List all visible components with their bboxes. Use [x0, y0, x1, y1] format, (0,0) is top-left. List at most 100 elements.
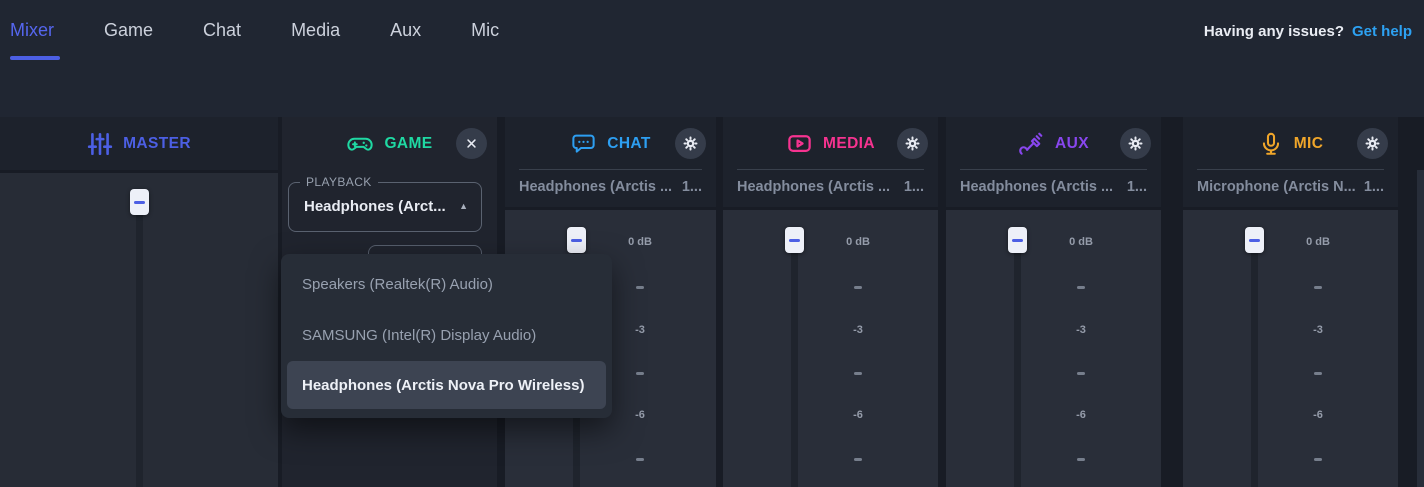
close-edit-button[interactable] — [456, 128, 487, 159]
aux-fader-track[interactable] — [1014, 253, 1021, 487]
channel-mic: MIC Microphone (Arctis N... 1... 0 dB -3… — [1183, 117, 1398, 487]
tab-media[interactable]: Media — [291, 20, 340, 41]
scale-minus6: -6 — [635, 409, 645, 421]
mic-device-name: Microphone (Arctis N... — [1197, 179, 1356, 195]
aux-device-row[interactable]: Headphones (Arctis ... 1... — [960, 179, 1147, 195]
tab-mixer[interactable]: Mixer — [10, 20, 54, 41]
game-title: GAME — [384, 134, 433, 152]
aux-body: 0 dB -3 -6 — [946, 210, 1161, 487]
scale-dash — [636, 372, 644, 375]
scale-minus6: -6 — [853, 409, 863, 421]
mic-device-row[interactable]: Microphone (Arctis N... 1... — [1197, 179, 1384, 195]
playback-select[interactable]: PLAYBACK Headphones (Arct... ▲ — [288, 175, 482, 232]
aux-device-name: Headphones (Arctis ... — [960, 179, 1114, 195]
mic-fader-track[interactable] — [1251, 253, 1258, 487]
aux-fader-handle[interactable] — [1008, 227, 1027, 253]
mic-settings-button[interactable] — [1357, 128, 1388, 159]
scale-0db: 0 dB — [846, 236, 870, 248]
fader-handle-mark — [134, 200, 145, 204]
scale-dash — [854, 372, 862, 375]
media-body: 0 dB -3 -6 — [723, 210, 938, 487]
chat-device-row[interactable]: Headphones (Arctis ... 1... — [519, 179, 702, 195]
scale-minus3: -3 — [853, 324, 863, 336]
header-divider — [737, 169, 924, 170]
mic-body: 0 dB -3 -6 — [1183, 210, 1398, 487]
master-fader-handle[interactable] — [130, 189, 149, 215]
chat-device-name: Headphones (Arctis ... — [519, 179, 673, 195]
tab-mic[interactable]: Mic — [471, 20, 499, 41]
channel-aux: AUX Headphones (Arctis ... 1... 0 dB -3 … — [946, 117, 1161, 487]
chat-header: CHAT Headphones (Arctis ... 1... — [505, 117, 716, 207]
fader-handle-mark — [571, 238, 582, 242]
media-header: MEDIA Headphones (Arctis ... 1... — [723, 117, 938, 207]
fader-handle-mark — [789, 238, 800, 242]
master-fader-track[interactable] — [136, 215, 143, 487]
close-icon — [464, 136, 479, 151]
playback-option-headphones[interactable]: Headphones (Arctis Nova Pro Wireless) — [287, 361, 606, 409]
issues-prompt: Having any issues? — [1203, 23, 1344, 40]
chat-bubble-icon — [570, 130, 597, 157]
playback-option-samsung[interactable]: SAMSUNG (Intel(R) Display Audio) — [281, 310, 612, 361]
scale-dash — [854, 458, 862, 461]
scale-minus6: -6 — [1076, 409, 1086, 421]
gear-icon — [682, 135, 699, 152]
header-divider — [519, 169, 702, 170]
tab-aux[interactable]: Aux — [390, 20, 421, 41]
scale-dash — [1077, 458, 1085, 461]
adjacent-panel-edge — [1417, 170, 1424, 487]
playback-select-value: Headphones (Arct... — [304, 198, 446, 215]
mixer-faders-icon — [87, 131, 113, 157]
scale-dash — [1314, 458, 1322, 461]
scale-0db: 0 dB — [628, 236, 652, 248]
scale-minus3: -3 — [1313, 324, 1323, 336]
media-device-name: Headphones (Arctis ... — [737, 179, 891, 195]
scale-0db: 0 dB — [1069, 236, 1093, 248]
tab-game[interactable]: Game — [104, 20, 153, 41]
aux-header: AUX Headphones (Arctis ... 1... — [946, 117, 1161, 207]
scale-dash — [1314, 372, 1322, 375]
aux-title: AUX — [1055, 134, 1089, 152]
microphone-icon — [1258, 131, 1284, 157]
chat-fader-handle[interactable] — [567, 227, 586, 253]
master-header: MASTER — [0, 117, 278, 170]
get-help-link[interactable]: Get help — [1352, 23, 1412, 40]
chat-device-extra: 1... — [681, 179, 702, 195]
chat-settings-button[interactable] — [675, 128, 706, 159]
tab-chat[interactable]: Chat — [203, 20, 241, 41]
scale-dash — [636, 286, 644, 289]
aux-device-extra: 1... — [1126, 179, 1147, 195]
mixer-strip: MASTER GAME PLAYBACK Headphones (Arct...… — [0, 117, 1424, 487]
playback-select-legend: PLAYBACK — [300, 175, 378, 189]
master-title-row: MASTER — [0, 117, 278, 170]
aux-cable-icon — [1018, 130, 1045, 157]
gear-icon — [1127, 135, 1144, 152]
mic-device-extra: 1... — [1363, 179, 1384, 195]
master-title: MASTER — [123, 134, 191, 152]
media-settings-button[interactable] — [897, 128, 928, 159]
help-area: Having any issues? Get help — [1204, 23, 1412, 40]
chevron-up-icon: ▲ — [459, 201, 468, 211]
media-device-row[interactable]: Headphones (Arctis ... 1... — [737, 179, 924, 195]
chat-title: CHAT — [607, 134, 651, 152]
media-fader-handle[interactable] — [785, 227, 804, 253]
channel-media: MEDIA Headphones (Arctis ... 1... 0 dB -… — [723, 117, 938, 487]
aux-settings-button[interactable] — [1120, 128, 1151, 159]
playback-option-speakers[interactable]: Speakers (Realtek(R) Audio) — [281, 259, 612, 310]
gamepad-icon — [346, 130, 374, 158]
header-divider — [1197, 169, 1384, 170]
media-fader-track[interactable] — [791, 253, 798, 487]
scale-dash — [636, 458, 644, 461]
fader-handle-mark — [1249, 238, 1260, 242]
mic-fader-handle[interactable] — [1245, 227, 1264, 253]
media-device-extra: 1... — [903, 179, 924, 195]
scale-dash — [1314, 286, 1322, 289]
active-tab-indicator — [10, 56, 60, 60]
top-nav: Mixer Game Chat Media Aux Mic Having any… — [0, 0, 1424, 62]
scale-minus3: -3 — [635, 324, 645, 336]
channel-master: MASTER — [0, 117, 278, 487]
mic-header: MIC Microphone (Arctis N... 1... — [1183, 117, 1398, 207]
scale-dash — [1077, 372, 1085, 375]
playback-options-panel: Speakers (Realtek(R) Audio) SAMSUNG (Int… — [281, 254, 612, 418]
master-body — [0, 173, 278, 487]
scale-minus6: -6 — [1313, 409, 1323, 421]
